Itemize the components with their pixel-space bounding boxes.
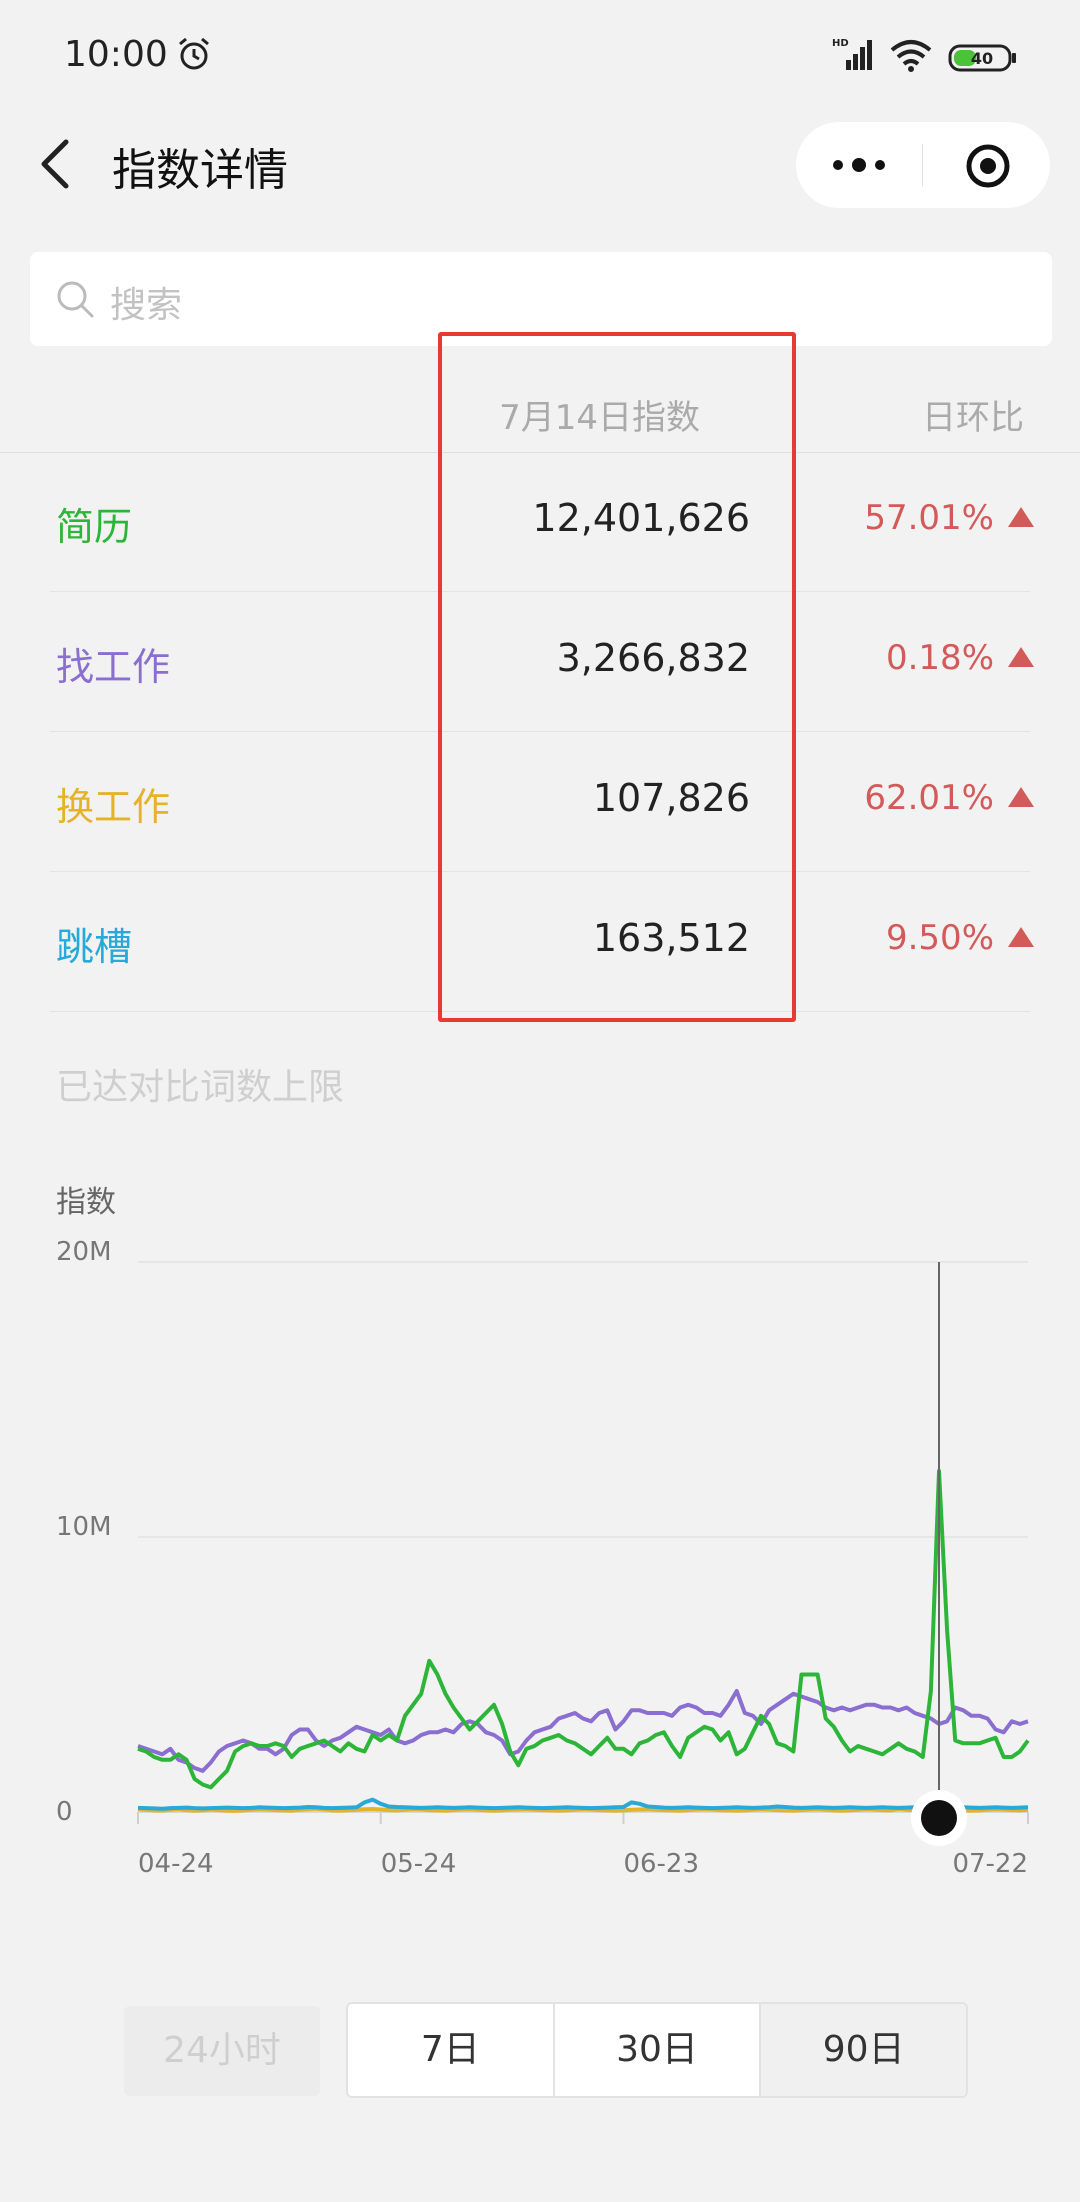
battery-icon: 40 <box>948 43 1018 73</box>
series-line-1 <box>137 1689 1029 1773</box>
x-tick-label: 04-24 <box>138 1849 214 1879</box>
ratio-column-header: 日环比 <box>922 398 1024 438</box>
page-title: 指数详情 <box>112 145 288 196</box>
compare-limit-note: 已达对比词数上限 <box>56 1067 345 1108</box>
y-axis-label: 指数 <box>56 1185 116 1220</box>
range-7d-button[interactable]: 7日 <box>348 2004 555 2096</box>
ratio-text: 62.01% <box>864 778 994 818</box>
range-90d-button[interactable]: 90日 <box>761 2004 966 2096</box>
search-icon <box>57 281 94 318</box>
up-triangle-icon <box>1008 787 1034 807</box>
search-placeholder: 搜索 <box>110 285 183 326</box>
row-term: 换工作 <box>56 785 171 829</box>
status-time: 10:00 <box>64 34 168 75</box>
ratio-text: 57.01% <box>864 498 994 538</box>
row-term: 简历 <box>56 505 133 549</box>
status-bar: 10:00 HD 40 <box>0 0 1080 112</box>
wifi-icon <box>890 40 932 72</box>
range-24h-button: 24小时 <box>124 2006 320 2096</box>
x-tick-label: 06-23 <box>623 1849 699 1879</box>
alarm-icon <box>179 37 209 70</box>
row-term: 找工作 <box>56 645 171 689</box>
series-line-3 <box>137 1797 1029 1811</box>
battery-level: 40 <box>971 49 993 68</box>
x-tick-label: 07-22 <box>952 1849 1028 1879</box>
x-tick-label: 05-24 <box>381 1849 457 1879</box>
range-selector: 7日 30日 90日 <box>346 2002 968 2098</box>
y-tick-label: 10M <box>56 1512 112 1542</box>
up-triangle-icon <box>1008 927 1034 947</box>
back-icon[interactable] <box>36 136 76 192</box>
signal-icon: HD <box>832 38 872 70</box>
more-icon[interactable] <box>826 142 892 188</box>
up-triangle-icon <box>1008 647 1034 667</box>
series-line-0 <box>137 1469 1030 1790</box>
highlight-box <box>438 332 796 1022</box>
trend-chart[interactable]: 指数 0 10M 20M 04-24 05-24 06-23 07-22 <box>0 1170 1080 1900</box>
ratio-text: 9.50% <box>885 918 994 958</box>
svg-text:HD: HD <box>832 38 849 49</box>
y-tick-label: 0 <box>56 1797 73 1827</box>
capsule-divider <box>922 144 923 186</box>
ratio-text: 0.18% <box>885 638 994 678</box>
range-30d-button[interactable]: 30日 <box>555 2004 762 2096</box>
up-triangle-icon <box>1008 507 1034 527</box>
row-term: 跳槽 <box>56 925 133 969</box>
mini-program-capsule <box>796 122 1050 208</box>
nav-bar: 指数详情 <box>0 112 1080 216</box>
selection-dot <box>921 1800 957 1836</box>
y-tick-label: 20M <box>56 1237 112 1267</box>
close-mini-program-icon[interactable] <box>964 142 1012 190</box>
